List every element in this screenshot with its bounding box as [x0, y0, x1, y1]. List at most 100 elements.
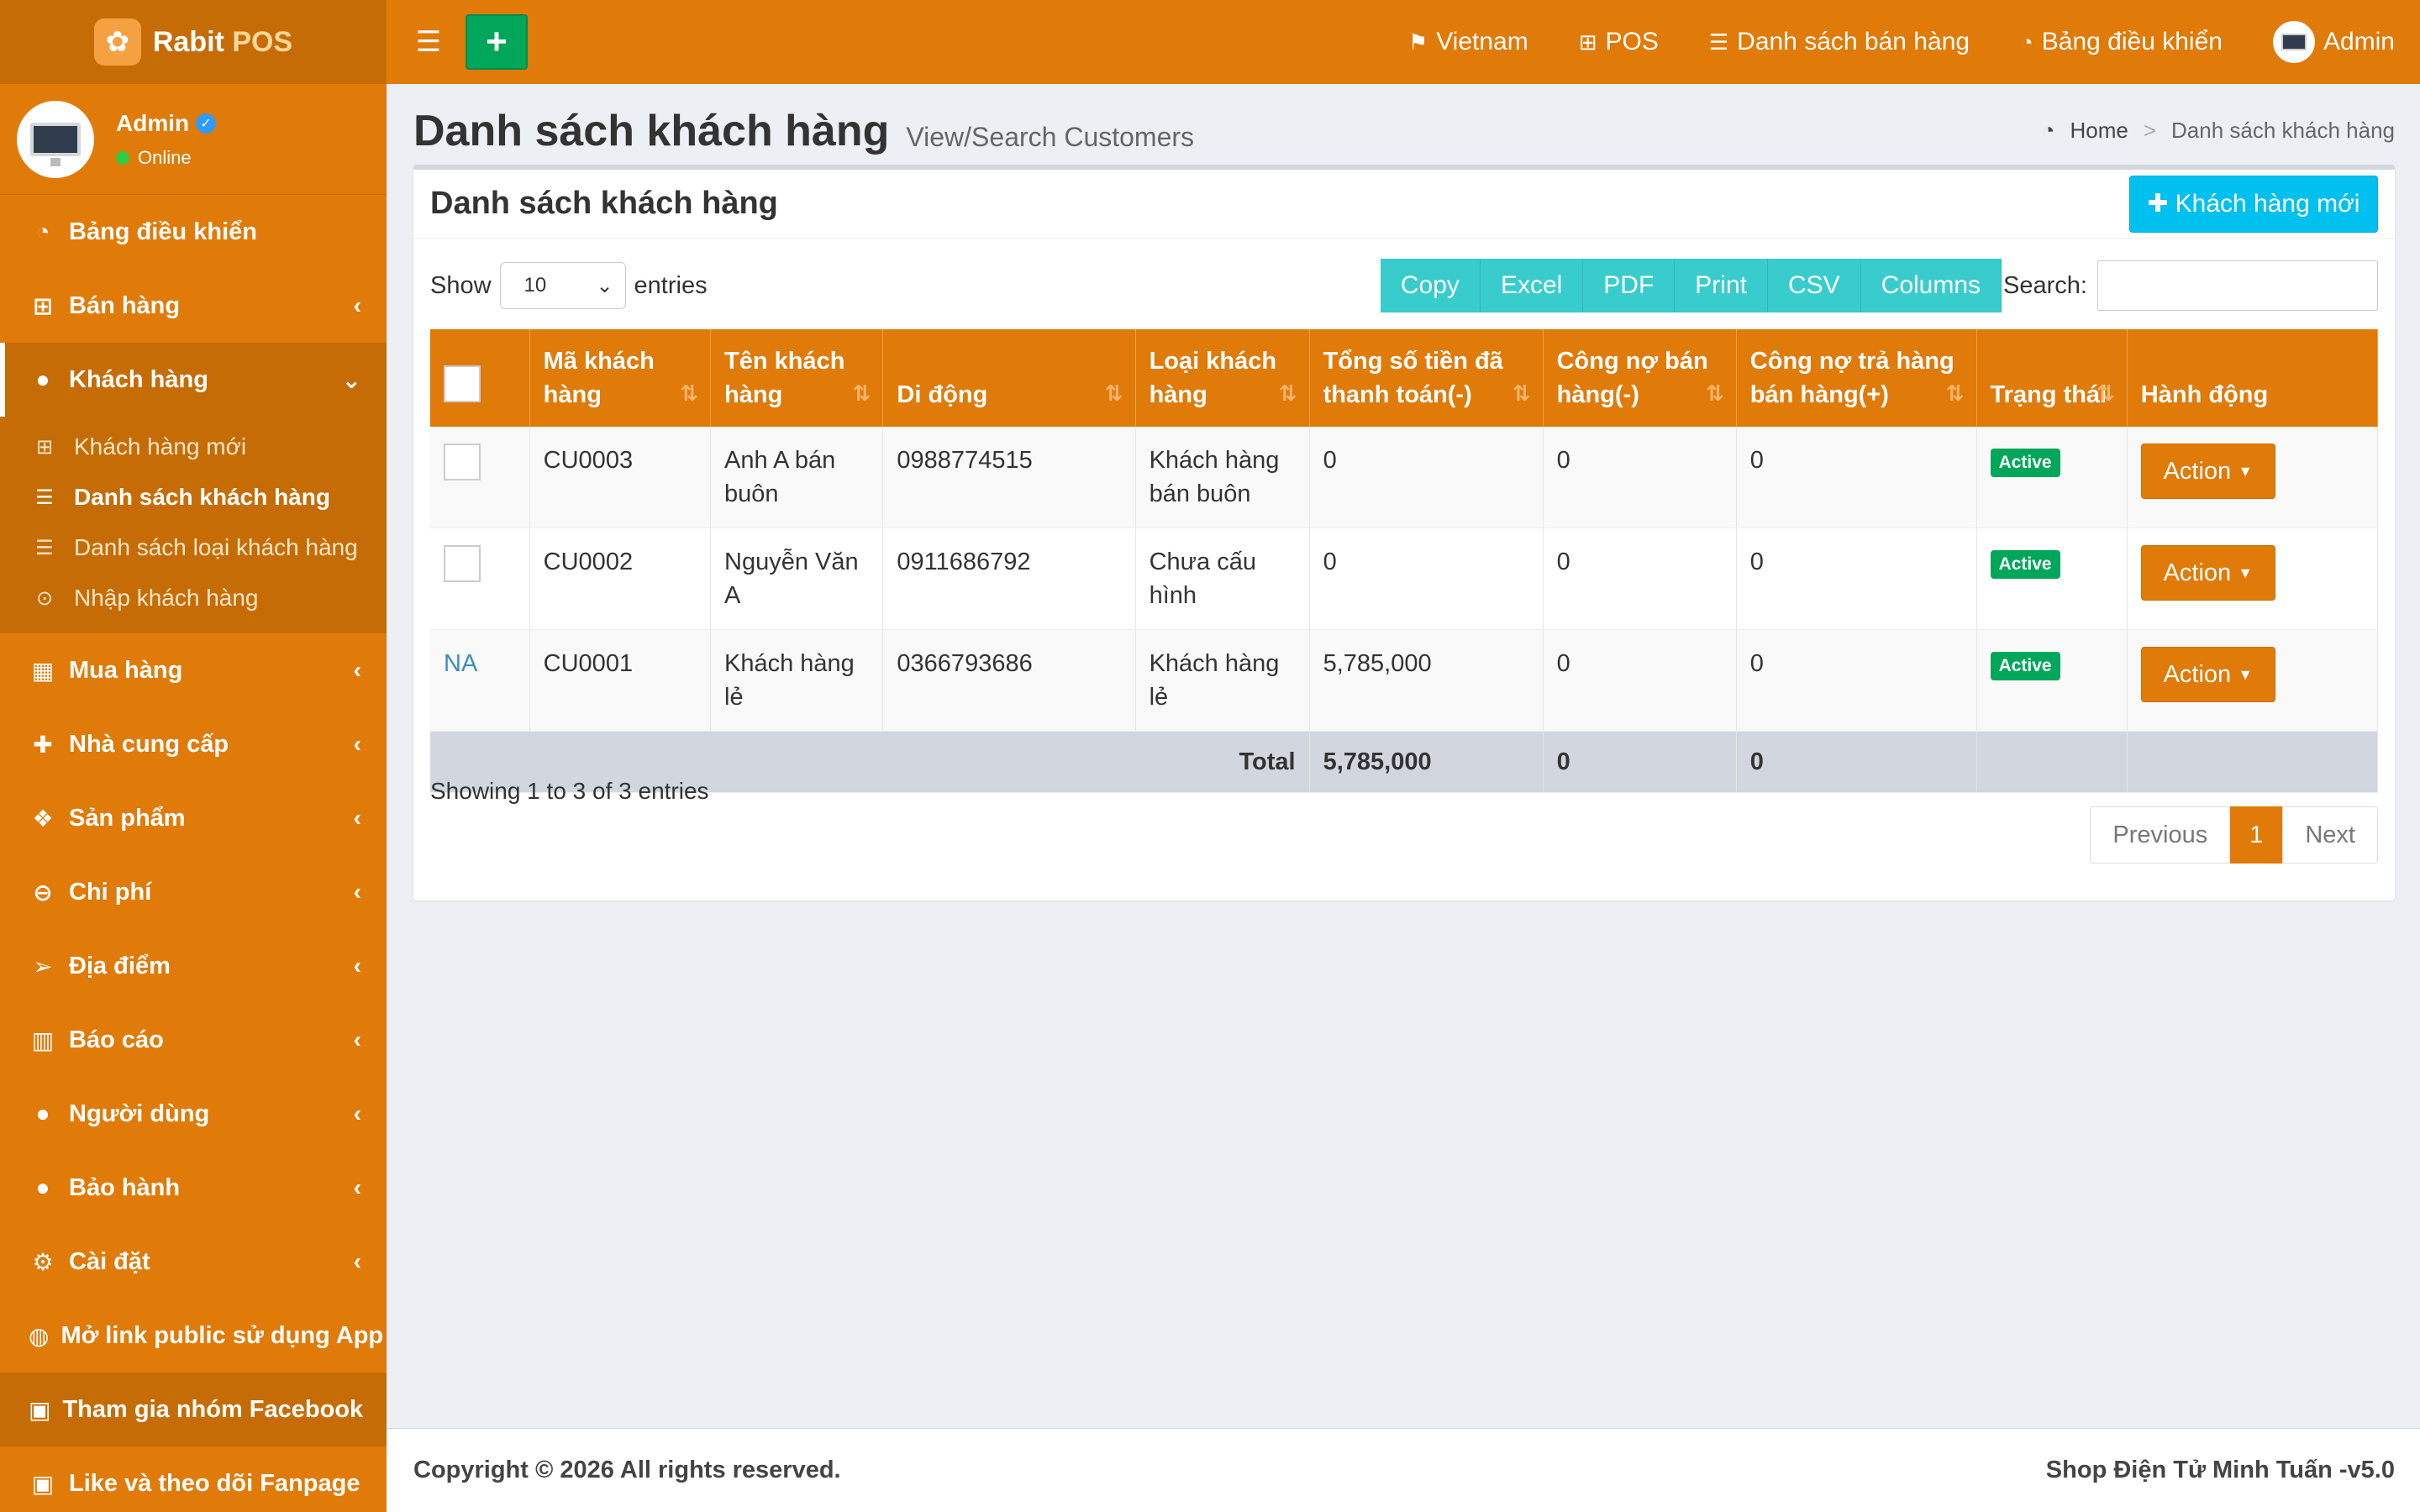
print-button[interactable]: Print: [1675, 259, 1768, 312]
caret-down-icon: ▼: [2238, 564, 2254, 581]
column-header-mobile[interactable]: Di động ⇅: [882, 329, 1136, 427]
user-panel: Admin ✓ Online: [0, 84, 387, 195]
content-header: Danh sách khách hàng View/Search Custome…: [387, 84, 2420, 163]
row-checkbox[interactable]: [444, 444, 481, 480]
user-menu[interactable]: Admin: [2272, 21, 2395, 63]
briefcase-icon: ▣: [31, 1470, 55, 1497]
page-button-current[interactable]: 1: [2230, 806, 2283, 864]
globe-icon: ◍: [29, 1322, 50, 1349]
sidebar-item-customers[interactable]: ● Khách hàng ⌄: [0, 343, 387, 417]
brand-name: Rabit: [152, 25, 224, 58]
column-header-return-due[interactable]: Công nợ trả hàng bán hàng(+) ⇅: [1736, 329, 1977, 427]
status-cell: Active: [1976, 528, 2128, 630]
plus-icon: ✚: [2147, 190, 2169, 218]
sidebar-item-sales[interactable]: ⊞ Bán hàng ‹: [0, 269, 387, 343]
search-input[interactable]: [2097, 260, 2378, 311]
sidebar-item-locations[interactable]: ➢ Địa điểm ‹: [0, 929, 387, 1003]
page-title: Danh sách khách hàng: [413, 107, 890, 155]
submenu-item-import-customers[interactable]: ⊙ Nhập khách hàng: [0, 573, 387, 623]
columns-button[interactable]: Columns: [1860, 259, 2002, 312]
chevron-left-icon: ‹: [353, 731, 361, 757]
sidebar-item-purchases[interactable]: ▦ Mua hàng ‹: [0, 633, 387, 707]
table-row: CU0003 Anh A bán buôn 0988774515 Khách h…: [430, 427, 2379, 528]
submenu-item-new-customer[interactable]: ⊞ Khách hàng mới: [0, 422, 387, 472]
customer-name: Nguyễn Văn A: [710, 528, 884, 630]
action-button[interactable]: Action ▼: [2140, 545, 2275, 601]
sidebar-item-facebook-group[interactable]: ▣ Tham gia nhóm Facebook: [0, 1373, 387, 1446]
customer-paid: 0: [1309, 528, 1544, 630]
cogs-icon: ⚙: [32, 1248, 54, 1275]
column-header-code[interactable]: Mã khách hàng ⇅: [529, 329, 712, 427]
customer-return-due: 0: [1736, 528, 1977, 630]
row-checkbox[interactable]: [444, 545, 481, 582]
copyright-text: Copyright © 2026 All rights reserved.: [413, 1457, 841, 1483]
column-header-paid[interactable]: Tổng số tiền đã thanh toán(-) ⇅: [1309, 329, 1544, 427]
quick-add-button[interactable]: +: [466, 14, 528, 70]
pagination: Previous 1 Next: [2090, 806, 2378, 864]
sidebar-item-suppliers[interactable]: ✚ Nhà cung cấp ‹: [0, 707, 387, 781]
pos-link[interactable]: ⊞ POS: [1579, 28, 1659, 56]
excel-button[interactable]: Excel: [1480, 259, 1584, 312]
user-name: Admin: [116, 109, 190, 136]
status-badge: Active: [1990, 652, 2060, 680]
copy-button[interactable]: Copy: [1380, 259, 1481, 312]
language-link[interactable]: ⚑ Vietnam: [1408, 28, 1528, 56]
sidebar-item-fanpage[interactable]: ▣ Like và theo dõi Fanpage: [0, 1446, 387, 1512]
new-customer-button[interactable]: ✚ Khách hàng mới: [2129, 175, 2378, 233]
action-button[interactable]: Action ▼: [2140, 647, 2275, 702]
sidebar-item-reports[interactable]: ▥ Báo cáo ‹: [0, 1003, 387, 1077]
next-page-button[interactable]: Next: [2282, 806, 2378, 864]
sidebar-item-warranty[interactable]: ● Bảo hành ‹: [0, 1151, 387, 1225]
list-icon: ☰: [1708, 29, 1729, 55]
column-header-sales-due[interactable]: Công nợ bán hàng(-) ⇅: [1543, 329, 1737, 427]
sidebar-item-expenses[interactable]: ⊖ Chi phí ‹: [0, 855, 387, 929]
total-return-due: 0: [1736, 731, 1977, 793]
customer-table: Mã khách hàng ⇅ Tên khách hàng ⇅ Di động ⇅ …: [430, 329, 2379, 793]
chevron-left-icon: ‹: [353, 292, 361, 318]
sidebar-item-users[interactable]: ● Người dùng ‹: [0, 1077, 387, 1151]
grid-icon: ▦: [31, 657, 55, 684]
customer-code: CU0002: [529, 528, 712, 630]
dashboard-icon: ◔: [2020, 29, 2033, 55]
logo[interactable]: ✿ Rabit POS: [0, 0, 387, 84]
select-all-checkbox[interactable]: [444, 365, 481, 402]
top-nav: ⚑ Vietnam ⊞ POS ☰ Danh sách bán hàng ◔ Bảng …: [1358, 0, 2420, 84]
total-paid: 5,785,000: [1309, 731, 1544, 793]
customer-mobile: 0366793686: [882, 629, 1136, 732]
sidebar-item-dashboard[interactable]: ◔ Bảng điều khiển: [0, 195, 387, 269]
breadcrumb-home[interactable]: Home: [2070, 118, 2128, 144]
csv-button[interactable]: CSV: [1767, 259, 1861, 312]
page-subtitle: View/Search Customers: [906, 122, 1195, 152]
sidebar-item-products[interactable]: ❖ Sản phẩm ‹: [0, 781, 387, 855]
row-select-cell: NA: [430, 629, 530, 732]
page-length-select[interactable]: 10 ⌄: [499, 262, 626, 309]
submenu-item-customer-list[interactable]: ☰ Danh sách khách hàng: [0, 472, 387, 522]
chevron-left-icon: ‹: [353, 879, 361, 905]
customer-sales-due: 0: [1543, 427, 1737, 528]
submenu-item-customer-type-list[interactable]: ☰ Danh sách loại khách hàng: [0, 522, 387, 573]
customers-submenu: ⊞ Khách hàng mới ☰ Danh sách khách hàng ☰ D…: [0, 417, 387, 633]
sidebar-item-public-link[interactable]: ◍ Mở link public sử dụng App: [0, 1299, 387, 1373]
action-button[interactable]: Action ▼: [2140, 444, 2275, 499]
hamburger-menu-icon[interactable]: ☰: [412, 25, 445, 59]
minus-circle-icon: ⊖: [33, 879, 53, 906]
sidebar: ✿ Rabit POS Admin ✓ Online ◔ Bảng điều kh…: [0, 0, 387, 1512]
breadcrumb-separator: >: [2143, 118, 2157, 143]
sort-icon: ⇅: [2096, 381, 2115, 406]
caret-down-icon: ▼: [2238, 666, 2254, 683]
online-dot-icon: [116, 150, 129, 165]
dashboard-icon: ◔: [2041, 118, 2055, 143]
sales-list-link[interactable]: ☰ Danh sách bán hàng: [1709, 28, 1970, 56]
pdf-button[interactable]: PDF: [1583, 259, 1676, 312]
previous-page-button[interactable]: Previous: [2090, 806, 2231, 864]
sort-icon: ⇅: [1278, 381, 1297, 406]
sidebar-item-settings[interactable]: ⚙ Cài đặt ‹: [0, 1225, 387, 1299]
column-header-status[interactable]: Trạng thái ⇅: [1976, 329, 2128, 427]
customer-return-due: 0: [1736, 629, 1977, 732]
avatar: [17, 100, 94, 178]
column-header-type[interactable]: Loại khách hàng ⇅: [1135, 329, 1310, 427]
dashboard-icon: ◔: [35, 218, 50, 244]
sort-icon: ⇅: [1945, 381, 1965, 406]
column-header-name[interactable]: Tên khách hàng ⇅: [710, 329, 884, 427]
dashboard-link[interactable]: ◔ Bảng điều khiển: [2020, 28, 2223, 56]
